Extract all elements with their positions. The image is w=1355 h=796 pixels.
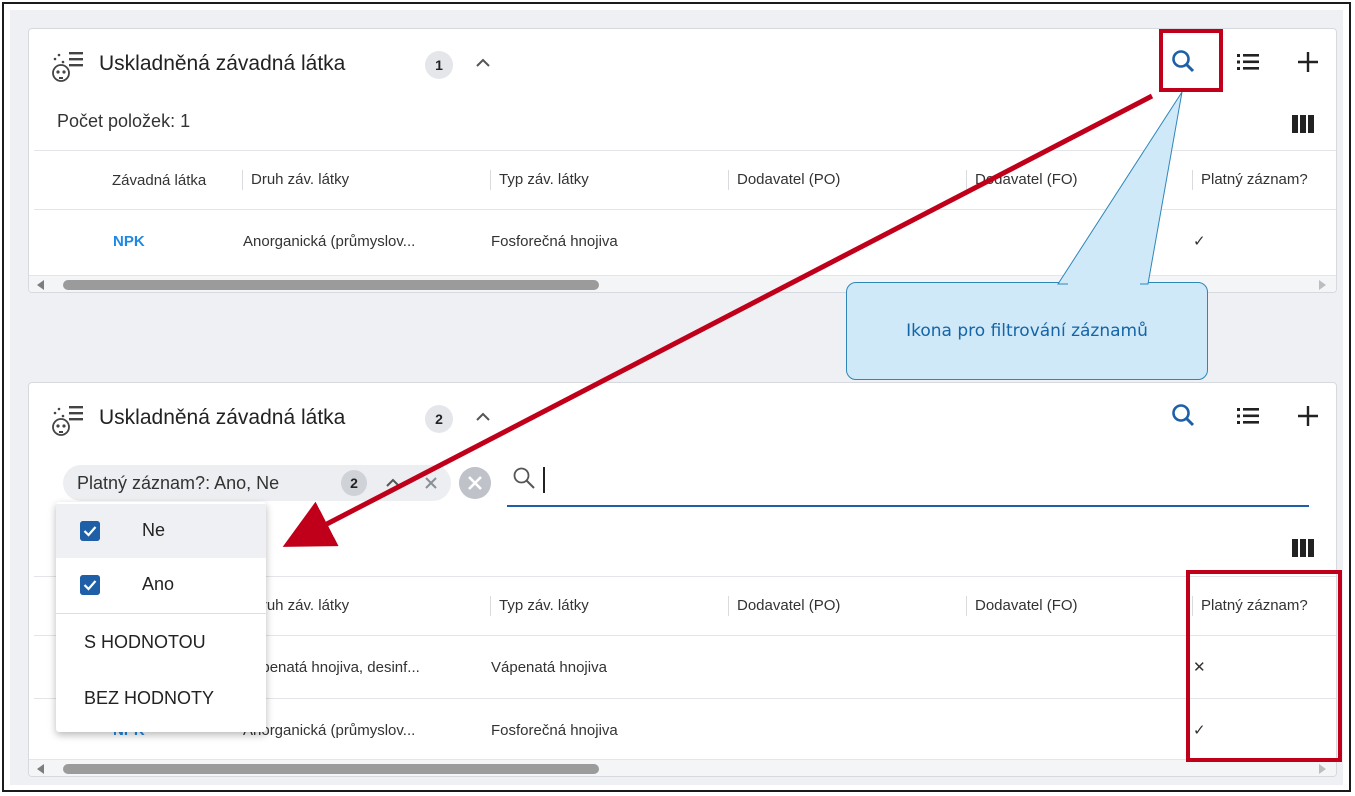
column-header[interactable]: Platný záznam?: [1184, 577, 1336, 636]
count-badge: 1: [425, 51, 453, 79]
select-column-header: [34, 151, 104, 210]
chevron-up-icon[interactable]: [471, 51, 495, 75]
card-header: Uskladněná závadná látka 2: [29, 383, 1336, 443]
columns-icon[interactable]: [1292, 115, 1314, 133]
scroll-left-icon[interactable]: [37, 764, 44, 774]
plus-icon[interactable]: [1291, 45, 1325, 79]
action-label: S HODNOTOU: [84, 632, 206, 652]
option-label: Ano: [142, 574, 175, 594]
supplier-po-cell: [720, 209, 958, 272]
scroll-left-icon[interactable]: [37, 280, 44, 290]
valid-cell: ✓: [1184, 698, 1336, 761]
columns-icon[interactable]: [1292, 539, 1314, 557]
search-icon[interactable]: [1167, 45, 1201, 79]
list-icon[interactable]: [1231, 45, 1265, 79]
supplier-fo-cell: [958, 635, 1184, 699]
search-field[interactable]: [507, 457, 1309, 507]
column-header[interactable]: Dodavatel (FO): [958, 577, 1184, 636]
supplier-fo-cell: [958, 698, 1184, 761]
option-label: Ne: [142, 520, 166, 540]
column-header[interactable]: Typ záv. látky: [482, 151, 720, 210]
clear-filters-icon[interactable]: [459, 467, 491, 499]
filter-chip-label: Platný záznam?: Ano, Ne: [77, 473, 280, 493]
kind-cell: Anorganická (průmyslov...: [234, 698, 482, 761]
skull-list-icon: [52, 406, 83, 436]
plus-icon[interactable]: [1291, 399, 1325, 433]
search-icon[interactable]: [1167, 399, 1201, 433]
type-cell: Fosforečná hnojiva: [482, 698, 720, 761]
action-label: BEZ HODNOTY: [84, 688, 215, 708]
filter-chip[interactable]: Platný záznam?: Ano, Ne 2: [63, 465, 451, 501]
search-input[interactable]: [551, 463, 1255, 499]
count-badge: 2: [425, 405, 453, 433]
close-icon[interactable]: [421, 473, 441, 493]
item-count: Počet položek: 1: [57, 111, 191, 131]
dropdown-action-with-value[interactable]: S HODNOTOU: [56, 616, 266, 670]
chevron-up-icon[interactable]: [383, 473, 403, 493]
filter-value-dropdown: Ne Ano S HODNOTOU BEZ HODNOTY: [56, 502, 266, 732]
column-header[interactable]: Druh záv. látky: [234, 577, 482, 636]
text-cursor: [543, 467, 545, 493]
column-header[interactable]: Dodavatel (PO): [720, 151, 958, 210]
kind-cell: Vápenatá hnojiva, desinf...: [234, 635, 482, 699]
skull-list-icon: [52, 52, 83, 82]
card-title: Uskladněná závadná látka: [99, 406, 346, 429]
column-header[interactable]: Dodavatel (PO): [720, 577, 958, 636]
divider: [56, 613, 266, 614]
dropdown-option-ne[interactable]: Ne: [56, 504, 266, 558]
supplier-po-cell: [720, 698, 958, 761]
column-header[interactable]: Závadná látka: [104, 151, 234, 210]
annotation-callout: Ikona pro filtrování záznamů: [846, 282, 1208, 380]
data-table: Závadná látka Druh záv. látky Typ záv. l…: [34, 150, 1336, 272]
type-cell: Vápenatá hnojiva: [482, 635, 720, 699]
valid-cell: ✕: [1184, 635, 1336, 699]
scroll-thumb[interactable]: [63, 764, 599, 774]
card-title: Uskladněná závadná látka: [99, 52, 346, 75]
card-header: Uskladněná závadná látka 1: [29, 29, 1336, 89]
dropdown-action-without-value[interactable]: BEZ HODNOTY: [56, 672, 266, 726]
filter-chip-count: 2: [341, 470, 367, 496]
substance-card-collapsed-filter: Uskladněná závadná látka 1 Počet položek…: [28, 28, 1337, 293]
kind-cell: Anorganická (průmyslov...: [234, 209, 482, 272]
scroll-right-icon[interactable]: [1319, 280, 1326, 290]
substance-link[interactable]: NPK: [104, 209, 234, 272]
scroll-right-icon[interactable]: [1319, 764, 1326, 774]
type-cell: Fosforečná hnojiva: [482, 209, 720, 272]
search-icon: [513, 467, 535, 489]
column-header[interactable]: Druh záv. látky: [234, 151, 482, 210]
supplier-po-cell: [720, 635, 958, 699]
callout-text: Ikona pro filtrování záznamů: [906, 321, 1148, 341]
checkbox-checked-icon[interactable]: [80, 521, 100, 541]
table-header-row: Závadná látka Druh záv. látky Typ záv. l…: [34, 150, 1336, 210]
column-header[interactable]: Typ záv. látky: [482, 577, 720, 636]
supplier-fo-cell: [958, 209, 1184, 272]
table-row[interactable]: NPK Anorganická (průmyslov... Fosforečná…: [34, 209, 1336, 272]
scroll-thumb[interactable]: [63, 280, 599, 290]
horizontal-scrollbar[interactable]: [29, 759, 1336, 776]
list-icon[interactable]: [1231, 399, 1265, 433]
column-header[interactable]: Dodavatel (FO): [958, 151, 1184, 210]
checkbox-checked-icon[interactable]: [80, 575, 100, 595]
valid-cell: ✓: [1184, 209, 1336, 272]
dropdown-option-ano[interactable]: Ano: [56, 558, 266, 612]
column-header[interactable]: Platný záznam?: [1184, 151, 1336, 210]
chevron-up-icon[interactable]: [471, 405, 495, 429]
